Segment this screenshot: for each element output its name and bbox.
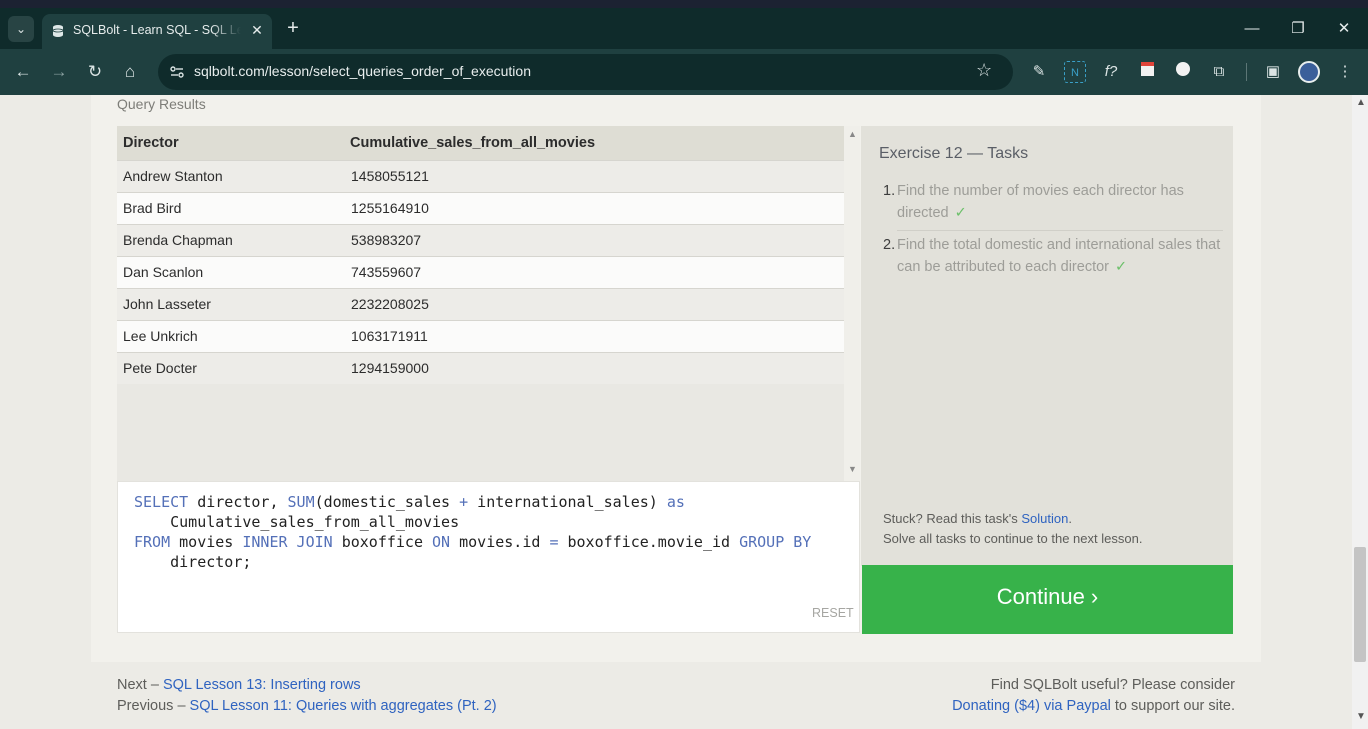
sql-code[interactable]: SELECT director, SUM(domestic_sales + in… — [134, 492, 811, 572]
side-panel-icon[interactable]: ▣ — [1262, 61, 1284, 83]
notes-extension-icon[interactable] — [1136, 61, 1158, 83]
tab-title: SQLBolt - Learn SQL - SQL Lesson — [73, 23, 241, 37]
scroll-down-icon[interactable]: ▼ — [848, 464, 857, 474]
task-divider — [897, 230, 1223, 231]
menu-dots-icon[interactable]: ⋮ — [1334, 61, 1356, 83]
sql-editor[interactable]: SELECT director, SUM(domestic_sales + in… — [117, 481, 860, 633]
chevron-down-icon: ⌄ — [15, 22, 27, 36]
table-cell: 1458055121 — [344, 159, 844, 192]
scroll-up-icon[interactable]: ▲ — [848, 129, 857, 139]
table-cell: 1255164910 — [344, 191, 844, 224]
table-row: Brenda Chapman 538983207 — [117, 223, 844, 256]
checkmark-icon: ✓ — [1115, 259, 1128, 275]
window-top-strip — [0, 0, 1368, 8]
table-cell: Dan Scanlon — [117, 255, 344, 288]
page-scrollbar[interactable]: ▲ ▼ — [1352, 95, 1368, 729]
url-text: sqlbolt.com/lesson/select_queries_order_… — [194, 63, 531, 79]
column-header: Director — [117, 126, 344, 160]
column-header: Cumulative_sales_from_all_movies — [344, 126, 844, 160]
tab-bar: ⌄ SQLBolt - Learn SQL - SQL Lesson ✕ + —… — [0, 8, 1368, 49]
stuck-hint: Stuck? Read this task's Solution. Solve … — [883, 511, 1143, 546]
exercise-title: Exercise 12 — Tasks — [879, 145, 1029, 162]
table-row: Pete Docter 1294159000 — [117, 351, 844, 384]
query-results-label: Query Results — [117, 96, 206, 112]
task-item: 1. Find the number of movies each direct… — [883, 183, 1184, 221]
table-row: John Lasseter 2232208025 — [117, 287, 844, 320]
table-cell: Andrew Stanton — [117, 159, 344, 192]
close-tab-icon[interactable]: ✕ — [248, 20, 266, 40]
record-extension-icon[interactable] — [1172, 61, 1194, 83]
results-table: Director Cumulative_sales_from_all_movie… — [117, 126, 844, 384]
table-cell: 538983207 — [344, 223, 844, 256]
page-viewport: Query Results Director Cumulative_sales_… — [0, 95, 1352, 729]
tab-search-button[interactable]: ⌄ — [8, 16, 34, 42]
new-tab-button[interactable]: + — [282, 17, 304, 39]
table-cell: Pete Docter — [117, 351, 344, 384]
checkmark-icon: ✓ — [954, 205, 967, 221]
donate-link[interactable]: Donating ($4) via Paypal — [952, 698, 1111, 714]
address-bar[interactable]: sqlbolt.com/lesson/select_queries_order_… — [158, 54, 1013, 90]
restore-icon[interactable]: ❐ — [1285, 16, 1311, 42]
results-scrollbar[interactable]: ▲ ▼ — [844, 126, 860, 481]
reload-icon[interactable]: ↻ — [82, 59, 108, 85]
next-lesson-link[interactable]: SQL Lesson 13: Inserting rows — [163, 677, 361, 693]
exercise-tasks-panel: Exercise 12 — Tasks 1. Find the number o… — [861, 126, 1233, 566]
table-row: Lee Unkrich 1063171911 — [117, 319, 844, 352]
table-cell: John Lasseter — [117, 287, 344, 320]
scrollbar-thumb[interactable] — [1354, 547, 1366, 662]
table-row: Brad Bird 1255164910 — [117, 191, 844, 224]
table-cell: Brenda Chapman — [117, 223, 344, 256]
reset-button[interactable]: RESET — [812, 606, 854, 620]
table-cell: 743559607 — [344, 255, 844, 288]
forward-arrow-icon[interactable]: → — [46, 59, 72, 85]
scroll-down-icon[interactable]: ▼ — [1356, 711, 1366, 722]
back-arrow-icon[interactable]: ← — [10, 59, 36, 85]
database-icon — [52, 25, 64, 37]
bookmark-star-icon[interactable]: ☆ — [976, 60, 992, 81]
previous-lesson-link[interactable]: SQL Lesson 11: Queries with aggregates (… — [190, 698, 497, 714]
table-cell: 2232208025 — [344, 287, 844, 320]
close-window-icon[interactable]: ✕ — [1331, 16, 1357, 42]
table-row: Andrew Stanton 1458055121 — [117, 159, 844, 192]
lesson-navigation: Next – SQL Lesson 13: Inserting rows Pre… — [117, 677, 497, 714]
extension-n-icon[interactable]: N — [1064, 61, 1086, 83]
table-cell: 1063171911 — [344, 319, 844, 352]
profile-avatar[interactable] — [1298, 61, 1320, 83]
lesson-content: Query Results Director Cumulative_sales_… — [91, 95, 1261, 662]
minimize-icon[interactable]: — — [1239, 16, 1265, 42]
query-results-panel: Director Cumulative_sales_from_all_movie… — [117, 126, 860, 481]
scroll-up-icon[interactable]: ▲ — [1356, 97, 1366, 108]
browser-tab[interactable]: SQLBolt - Learn SQL - SQL Lesson ✕ — [42, 14, 272, 49]
formula-extension-icon[interactable]: f? — [1100, 61, 1122, 83]
donation-note: Find SQLBolt useful? Please consider Don… — [952, 677, 1235, 714]
solution-link[interactable]: Solution — [1021, 511, 1068, 526]
table-row: Dan Scanlon 743559607 — [117, 255, 844, 288]
toolbar-divider — [1246, 63, 1247, 81]
home-icon[interactable]: ⌂ — [117, 59, 143, 85]
task-item: 2. Find the total domestic and internati… — [883, 237, 1221, 275]
table-header-row: Director Cumulative_sales_from_all_movie… — [117, 126, 844, 160]
eyedropper-icon[interactable]: ✎ — [1028, 61, 1050, 83]
table-cell: Lee Unkrich — [117, 319, 344, 352]
extensions-puzzle-icon[interactable]: ⧉ — [1208, 61, 1230, 83]
continue-button[interactable]: Continue › — [862, 565, 1233, 634]
site-info-icon — [170, 66, 184, 78]
table-cell: Brad Bird — [117, 191, 344, 224]
table-cell: 1294159000 — [344, 351, 844, 384]
browser-toolbar: ← → ↻ ⌂ sqlbolt.com/lesson/select_querie… — [0, 49, 1368, 95]
